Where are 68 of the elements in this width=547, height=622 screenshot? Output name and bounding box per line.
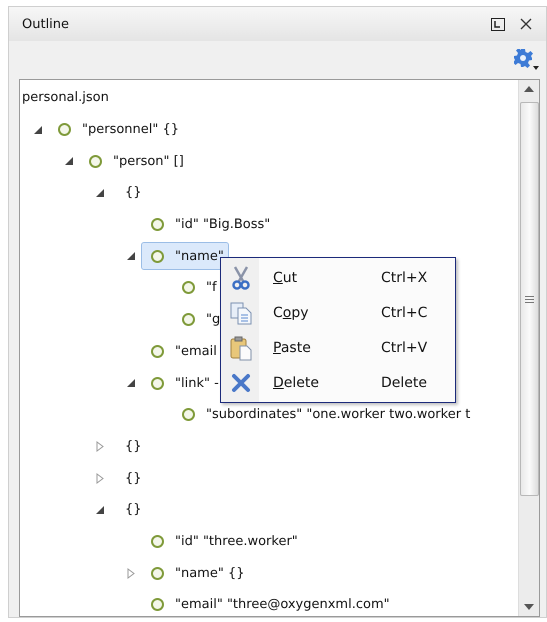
property-icon (182, 408, 195, 422)
expanded-triangle-icon (96, 506, 104, 514)
property-icon (182, 281, 195, 294)
root-label: personal.json (21, 90, 109, 106)
node-label: "email (175, 344, 217, 359)
scrollbar[interactable] (518, 80, 539, 616)
property-icon (151, 566, 164, 580)
tree-node[interactable]: "personnel" {} (48, 116, 184, 144)
tree-node[interactable]: {} (110, 178, 147, 207)
scroll-down-icon[interactable] (524, 604, 534, 610)
node-label: "email" "three@oxygenxml.com" (175, 597, 390, 612)
property-icon (151, 534, 164, 548)
menu-item[interactable]: Delete Delete (221, 365, 455, 400)
property-icon (151, 376, 164, 390)
node-label: "name" {} (175, 566, 245, 581)
node-label: "link" - (175, 376, 219, 391)
panel-title: Outline (22, 16, 70, 32)
grip-icon (524, 294, 534, 304)
tree-node[interactable]: {} (110, 496, 147, 524)
expanded-triangle-icon (34, 126, 42, 134)
tree-node[interactable]: "id" "Big.Boss" (141, 210, 276, 239)
expanded-triangle-icon (65, 157, 73, 166)
property-icon (151, 344, 164, 358)
tree-node[interactable]: "name" {} (141, 559, 250, 588)
node-label: "subordinates" "one.worker two.worker t (206, 407, 470, 422)
node-label: "id" "Big.Boss" (175, 217, 270, 232)
settings-icon (514, 49, 540, 71)
node-label: "personnel" {} (82, 122, 180, 138)
expanded-triangle-icon (127, 252, 135, 260)
property-icon (58, 123, 71, 136)
property-icon (89, 154, 102, 168)
node-label: "g (206, 312, 220, 328)
tree-node[interactable]: "id" "three.worker" (141, 527, 303, 556)
property-icon (151, 218, 164, 232)
tree-node[interactable]: {} (110, 432, 147, 460)
settings-button[interactable] (514, 49, 540, 71)
node-label: "id" "three.worker" (175, 534, 298, 549)
tree-node[interactable]: "email" "three@oxygenxml.com" (141, 590, 395, 616)
copy-icon (229, 300, 253, 324)
tree-node[interactable]: "f (172, 274, 222, 302)
delete-icon (231, 372, 251, 392)
node-label: {} (125, 502, 142, 518)
scroll-up-icon[interactable] (524, 86, 534, 92)
expanded-triangle-icon (96, 188, 104, 197)
tree-node[interactable]: "subordinates" "one.worker two.worker t (172, 400, 476, 429)
restore-icon (491, 18, 505, 30)
tree-node[interactable]: {} (110, 464, 147, 492)
expanded-triangle-icon (127, 379, 135, 388)
node-label: {} (125, 185, 142, 200)
tree-node[interactable]: "name" (141, 242, 229, 270)
node-label: "person" [] (113, 154, 184, 169)
collapsed-triangle-icon (96, 440, 104, 452)
property-icon (182, 313, 195, 326)
property-icon (151, 598, 164, 612)
collapsed-triangle-icon (96, 472, 104, 484)
tree-node[interactable]: "link" - (141, 369, 224, 398)
collapsed-triangle-icon (127, 568, 135, 579)
node-label: {} (125, 470, 142, 486)
paste-icon (229, 334, 253, 360)
close-icon (520, 18, 532, 30)
node-label: "f (206, 280, 217, 296)
node-label: "name" (175, 248, 224, 264)
node-label: {} (125, 438, 142, 454)
tree-node[interactable]: "person" [] (79, 147, 189, 176)
property-icon (151, 250, 164, 263)
scroll-thumb[interactable] (520, 102, 538, 496)
tree-node[interactable]: "email (141, 337, 222, 366)
scissors-icon (232, 266, 250, 290)
